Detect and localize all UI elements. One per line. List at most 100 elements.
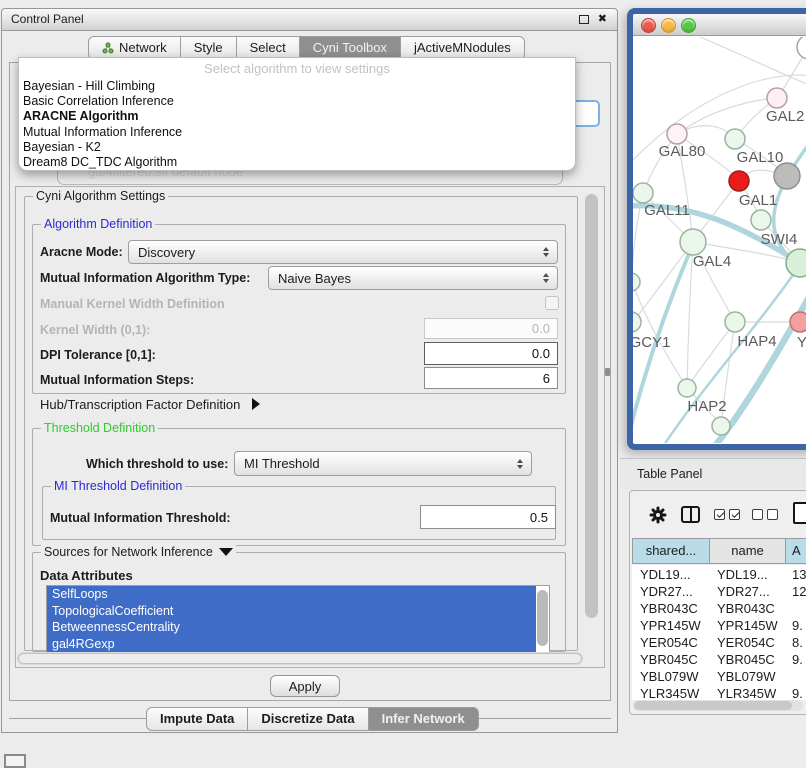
manual-kernel-checkbox[interactable] [545, 296, 559, 310]
mi-threshold-input[interactable] [420, 505, 556, 529]
node-big-green[interactable] [786, 249, 806, 277]
node-gal80[interactable] [667, 124, 687, 144]
close-icon[interactable]: ✖ [598, 14, 607, 25]
node-salmon[interactable] [790, 312, 806, 332]
list-vertical-scrollbar[interactable] [537, 590, 548, 646]
dropdown-option[interactable]: Dream8 DC_TDC Algorithm [19, 155, 575, 170]
dropdown-option-highlighted[interactable]: ARACNE Algorithm [19, 109, 575, 124]
node-hap4[interactable] [725, 312, 745, 332]
dropdown-placeholder: Select algorithm to view settings [19, 58, 575, 79]
unselect-all-columns-icon[interactable] [752, 509, 763, 520]
zoom-traffic-light[interactable] [681, 18, 696, 33]
collapse-down-icon[interactable] [219, 548, 233, 556]
close-traffic-light[interactable] [641, 18, 656, 33]
dropdown-option[interactable]: Basic Correlation Inference [19, 94, 575, 109]
panel-title: Control Panel [11, 12, 84, 26]
control-panel-titlebar: Control Panel ✖ [2, 9, 617, 31]
hub-definition-toggle[interactable]: Hub/Transcription Factor Definition [40, 397, 260, 412]
threshold-definition-title: Threshold Definition [41, 421, 158, 435]
network-icon [102, 42, 114, 54]
show-columns-icon[interactable] [681, 506, 700, 523]
node-label: GAL10 [737, 149, 784, 166]
node-partial[interactable] [797, 37, 806, 59]
list-item[interactable]: SelfLoops [47, 586, 536, 603]
node-gal1-selected[interactable] [729, 171, 749, 191]
data-attributes-label: Data Attributes [40, 568, 133, 583]
node-gray[interactable] [774, 163, 800, 189]
apply-button[interactable]: Apply [270, 675, 340, 697]
document-icon[interactable] [793, 502, 806, 524]
table-settings-gear-icon[interactable] [648, 505, 668, 525]
mi-type-label: Mutual Information Algorithm Type: [40, 271, 250, 285]
list-item[interactable]: gal4RGexp [47, 636, 536, 653]
tab-infer-network[interactable]: Infer Network [368, 707, 479, 731]
column-header-shared-name[interactable]: shared... [632, 538, 710, 564]
table-row[interactable]: YDR27... YDR27... 12 [632, 583, 806, 600]
aracne-mode-select[interactable]: Discovery [128, 240, 558, 264]
manual-kernel-label: Manual Kernel Width Definition [40, 297, 225, 311]
settings-vertical-scrollbar[interactable] [585, 194, 598, 618]
table-row[interactable]: YBR045C YBR045C 9. [632, 651, 806, 668]
stepper-icon [543, 247, 549, 257]
mi-steps-input[interactable] [424, 367, 558, 389]
dpi-tolerance-label: DPI Tolerance [0,1]: [40, 348, 156, 362]
dropdown-option[interactable]: Bayesian - K2 [19, 140, 575, 155]
settings-horizontal-scrollbar[interactable] [17, 652, 583, 665]
table-row[interactable]: YER054C YER054C 8. [632, 634, 806, 651]
dropdown-option[interactable]: Bayesian - Hill Climbing [19, 79, 575, 94]
list-item[interactable]: BetweennessCentrality [47, 619, 536, 636]
node-swi4[interactable] [751, 210, 771, 230]
node-gal2[interactable] [767, 88, 787, 108]
column-header-partial[interactable]: A [785, 538, 806, 564]
node-gal10[interactable] [725, 129, 745, 149]
aracne-mode-label: Aracne Mode: [40, 245, 123, 259]
which-threshold-select[interactable]: MI Threshold [234, 451, 532, 476]
dropdown-option[interactable]: Mutual Information Inference [19, 125, 575, 140]
table-row[interactable]: YLR345W YLR345W 9. [632, 685, 806, 700]
node-hap2[interactable] [678, 379, 696, 397]
node-bottom[interactable] [712, 417, 730, 435]
table-row[interactable]: YBL079W YBL079W [632, 668, 806, 685]
select-all-columns-icon[interactable] [714, 509, 725, 520]
minimize-traffic-light[interactable] [661, 18, 676, 33]
control-panel-tabs: Network Style Select Cyni Toolbox jActiv… [88, 36, 525, 58]
expand-right-icon [252, 398, 260, 410]
sources-group-title: Sources for Network Inference [44, 545, 213, 559]
node-gal4[interactable] [680, 229, 706, 255]
table-row[interactable]: YPR145W YPR145W 9. [632, 617, 806, 634]
data-attributes-list[interactable]: SelfLoops TopologicalCoefficient Between… [46, 585, 550, 653]
mi-threshold-group-title: MI Threshold Definition [51, 479, 185, 493]
floating-panel-icon[interactable] [4, 754, 26, 768]
node-label: HAP4 [737, 333, 776, 350]
select-all-columns-icon[interactable] [729, 509, 740, 520]
unselect-all-columns-icon[interactable] [767, 509, 778, 520]
node-partial-left[interactable] [633, 273, 640, 291]
table-panel-header: Table Panel [620, 458, 806, 489]
node-gcy1[interactable] [633, 312, 641, 332]
tab-impute-data[interactable]: Impute Data [146, 707, 248, 731]
node-label: GAL80 [659, 143, 706, 160]
cyni-bottom-tabs: Impute Data Discretize Data Infer Networ… [146, 707, 479, 729]
network-canvas[interactable]: GAL2 GAL80 GAL10 GAL1 GAL11 SWI4 GAL4 GC… [633, 37, 806, 443]
table-horizontal-scrollbar[interactable] [633, 700, 803, 711]
node-label: HAP2 [687, 398, 726, 415]
column-header-name[interactable]: name [709, 538, 786, 564]
table-row[interactable]: YBR043C YBR043C [632, 600, 806, 617]
node-label: GAL4 [693, 253, 731, 270]
float-window-icon[interactable] [579, 15, 589, 24]
dpi-tolerance-input[interactable] [424, 342, 558, 365]
splitter-handle[interactable] [605, 368, 610, 376]
node-label: GCY1 [633, 334, 670, 351]
table-row[interactable]: YDL19... YDL19... 13 [632, 566, 806, 583]
table-rows: YDL19... YDL19... 13 YDR27... YDR27... 1… [632, 565, 806, 700]
list-item[interactable]: TopologicalCoefficient [47, 603, 536, 620]
which-threshold-label: Which threshold to use: [86, 457, 228, 471]
tab-network-label: Network [119, 38, 167, 58]
stepper-icon [543, 273, 549, 283]
mi-steps-label: Mutual Information Steps: [40, 373, 194, 387]
tab-discretize-data[interactable]: Discretize Data [247, 707, 368, 731]
mi-type-select[interactable]: Naive Bayes [268, 266, 558, 290]
kernel-width-input[interactable] [424, 318, 558, 339]
node-gal11[interactable] [633, 183, 653, 203]
kernel-width-label: Kernel Width (0,1): [40, 323, 150, 337]
